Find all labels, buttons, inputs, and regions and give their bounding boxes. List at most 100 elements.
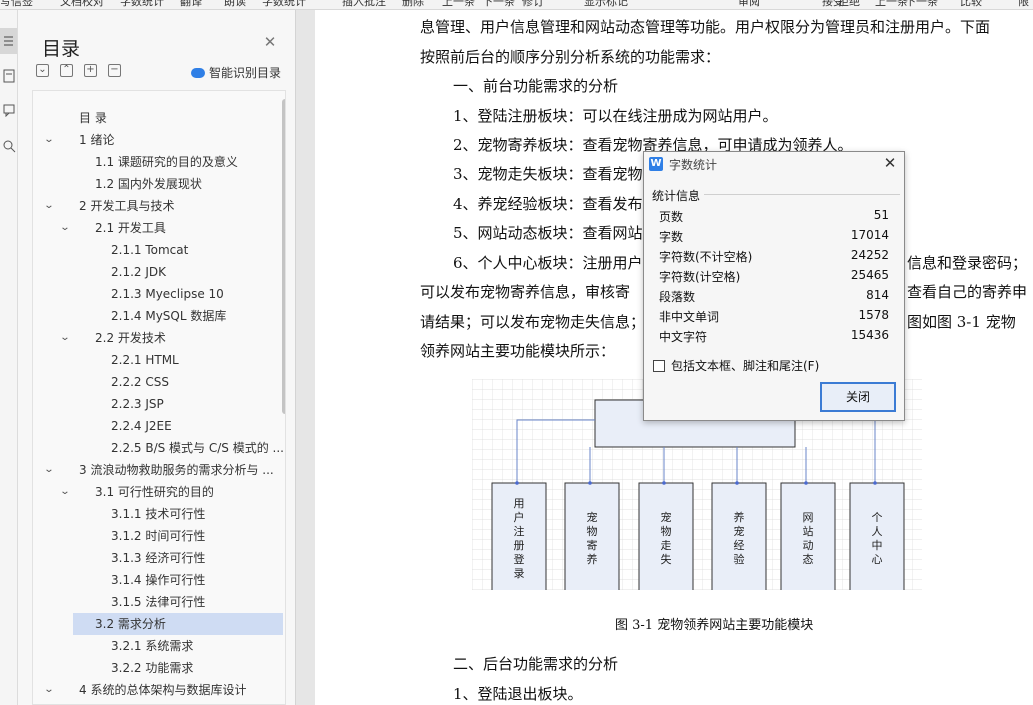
toolbar-item[interactable]: 文档校对 bbox=[60, 0, 104, 9]
stat-row: 字数 17014 bbox=[659, 226, 889, 246]
add-heading-icon[interactable]: + bbox=[84, 64, 97, 77]
toc-item-label: 3.2 需求分析 bbox=[95, 617, 166, 631]
stat-label: 字符数(计空格) bbox=[659, 270, 741, 284]
stat-row: 字符数(计空格) 25465 bbox=[659, 266, 889, 286]
toolbar-item[interactable]: 插入批注 bbox=[342, 0, 386, 9]
group-divider bbox=[704, 194, 900, 195]
toc-item[interactable]: 1.1 课题研究的目的及意义 bbox=[33, 151, 283, 173]
toolbar-item[interactable]: 下一条 bbox=[482, 0, 515, 9]
expand-all-icon[interactable]: ⌃ bbox=[60, 64, 73, 77]
toc-item[interactable]: ⌄ 2.1 开发工具 bbox=[33, 217, 283, 239]
toolbar-item[interactable]: 拒绝 bbox=[838, 0, 860, 9]
include-footnotes-checkbox[interactable]: 包括文本框、脚注和尾注(F) bbox=[653, 357, 819, 374]
chevron-down-icon[interactable]: ⌄ bbox=[41, 459, 57, 481]
toolbar-item[interactable]: 审阅 bbox=[738, 0, 760, 9]
chevron-down-icon[interactable]: ⌄ bbox=[41, 129, 57, 151]
toolbar-item[interactable]: 写信签 bbox=[0, 0, 33, 9]
toolbar-item[interactable]: 字数统计 bbox=[262, 0, 306, 9]
stat-label: 页数 bbox=[659, 210, 684, 224]
toc-item[interactable]: 3.1.2 时间可行性 bbox=[33, 525, 283, 547]
toc-item[interactable]: 2.2.3 JSP bbox=[33, 393, 283, 415]
toc-item[interactable]: ⌄ 2.2 开发技术 bbox=[33, 327, 283, 349]
comment-rail-icon[interactable] bbox=[2, 102, 16, 118]
toolbar-item[interactable]: 删除 bbox=[402, 0, 424, 9]
chevron-down-icon[interactable]: ⌄ bbox=[41, 195, 57, 217]
toc-item[interactable]: 4.1 系统的整体结构 bbox=[33, 701, 283, 704]
toc-rail-icon[interactable] bbox=[0, 28, 17, 54]
toolbar-item[interactable]: 修订 bbox=[522, 0, 544, 9]
stats-group-label: 统计信息 bbox=[652, 189, 701, 203]
close-icon[interactable]: ✕ bbox=[262, 34, 278, 50]
toc-item[interactable]: 3.1.1 技术可行性 bbox=[33, 503, 283, 525]
toc-item[interactable]: 2.2.5 B/S 模式与 C/S 模式的 ... bbox=[33, 437, 283, 459]
stat-label: 中文字符 bbox=[659, 330, 708, 344]
stat-row: 非中文单词 1578 bbox=[659, 306, 889, 326]
toc-item-label: 3.1 可行性研究的目的 bbox=[95, 485, 214, 499]
side-rail bbox=[0, 10, 18, 705]
toc-item[interactable]: 3.2.1 系统需求 bbox=[33, 635, 283, 657]
bookmark-rail-icon[interactable] bbox=[2, 68, 16, 83]
toolbar-item[interactable]: 显示标记 bbox=[584, 0, 628, 9]
toc-item[interactable]: 2.2.4 J2EE bbox=[33, 415, 283, 437]
collapse-all-icon[interactable]: ⌄ bbox=[36, 64, 49, 77]
stat-value: 15436 bbox=[850, 328, 889, 342]
chevron-down-icon[interactable]: ⌄ bbox=[57, 327, 73, 349]
toc-item[interactable]: ⌄ 1 绪论 bbox=[33, 129, 283, 151]
toc-item[interactable]: 1.2 国内外发展现状 bbox=[33, 173, 283, 195]
search-rail-icon[interactable] bbox=[2, 138, 16, 153]
toc-item[interactable]: 2.1.4 MySQL 数据库 bbox=[33, 305, 283, 327]
chevron-down-icon[interactable]: ⌄ bbox=[41, 679, 57, 701]
toc-item[interactable]: 2.1.3 Myeclipse 10 bbox=[33, 283, 283, 305]
diagram-module-label: 个人中心 bbox=[872, 511, 883, 566]
toolbar-item[interactable]: 翻译 bbox=[180, 0, 202, 9]
stat-label: 非中文单词 bbox=[659, 310, 720, 324]
toolbar-item[interactable]: 限 bbox=[1018, 0, 1029, 9]
remove-heading-icon[interactable]: − bbox=[108, 64, 121, 77]
toc-item[interactable]: ⌄ 3 流浪动物救助服务的需求分析与 ... bbox=[33, 459, 283, 481]
toolbar-item[interactable]: 朗读 bbox=[224, 0, 246, 9]
stat-label: 字符数(不计空格) bbox=[659, 250, 753, 264]
toc-item[interactable]: 3.1.3 经济可行性 bbox=[33, 547, 283, 569]
doc-line: 查看自己的寄养申 bbox=[907, 283, 1028, 301]
toc-item[interactable]: 2.2.1 HTML bbox=[33, 349, 283, 371]
toc-item[interactable]: 2.2.2 CSS bbox=[33, 371, 283, 393]
toc-item[interactable]: 2.1.1 Tomcat bbox=[33, 239, 283, 261]
doc-heading: 一、前台功能需求的分析 bbox=[453, 77, 619, 95]
toc-item-label: 3.1.5 法律可行性 bbox=[111, 595, 206, 609]
stat-value: 1578 bbox=[858, 308, 889, 322]
toc-item-label: 2.1.4 MySQL 数据库 bbox=[111, 309, 227, 323]
toolbar-item[interactable]: 上一条 bbox=[875, 0, 908, 9]
toc-item[interactable]: ⌄ 3.1 可行性研究的目的 bbox=[33, 481, 283, 503]
gutter bbox=[296, 10, 315, 705]
toolbar-item[interactable]: 比较 bbox=[960, 0, 982, 9]
doc-line: 3、宠物走失板块：查看宠物 bbox=[453, 165, 643, 183]
diagram-anchor bbox=[873, 481, 877, 485]
chevron-down-icon[interactable]: ⌄ bbox=[57, 217, 73, 239]
toc-item-label: 2.1 开发工具 bbox=[95, 221, 166, 235]
toc-item[interactable]: 2.1.2 JDK bbox=[33, 261, 283, 283]
toc-item[interactable]: 目 录 bbox=[33, 107, 283, 129]
smart-toc-button[interactable]: 智能识别目录 bbox=[191, 64, 281, 81]
figure-caption: 图 3-1 宠物领养网站主要功能模块 bbox=[615, 618, 814, 633]
doc-line: 信息和登录密码； bbox=[907, 254, 1028, 272]
diagram-module-label: 用户注册登录 bbox=[514, 497, 525, 580]
toc-item[interactable]: ⌄ 4 系统的总体架构与数据库设计 bbox=[33, 679, 283, 701]
toolbar-item[interactable]: 下一条 bbox=[905, 0, 938, 9]
toc-item-label: 2.1.2 JDK bbox=[111, 265, 166, 279]
close-button[interactable]: 关闭 bbox=[820, 382, 896, 412]
toc-item-label: 3.1.4 操作可行性 bbox=[111, 573, 206, 587]
toc-item-label: 4.1 系统的整体结构 bbox=[95, 701, 202, 704]
toc-item[interactable]: 3.1.4 操作可行性 bbox=[33, 569, 283, 591]
cloud-icon bbox=[191, 68, 205, 78]
toolbar-item[interactable]: 字数统计 bbox=[120, 0, 164, 9]
toc-item[interactable]: 3.1.5 法律可行性 bbox=[33, 591, 283, 613]
checkbox-box[interactable] bbox=[653, 360, 665, 372]
toc-item[interactable]: 3.2.2 功能需求 bbox=[33, 657, 283, 679]
toc-item[interactable]: ⌄3.2 需求分析 bbox=[73, 613, 283, 635]
toolbar-item[interactable]: 上一条 bbox=[442, 0, 475, 9]
diagram-anchor bbox=[804, 481, 808, 485]
chevron-down-icon[interactable]: ⌄ bbox=[57, 481, 73, 503]
close-icon[interactable]: ✕ bbox=[882, 155, 898, 171]
diagram-anchor bbox=[588, 481, 592, 485]
toc-item[interactable]: ⌄ 2 开发工具与技术 bbox=[33, 195, 283, 217]
